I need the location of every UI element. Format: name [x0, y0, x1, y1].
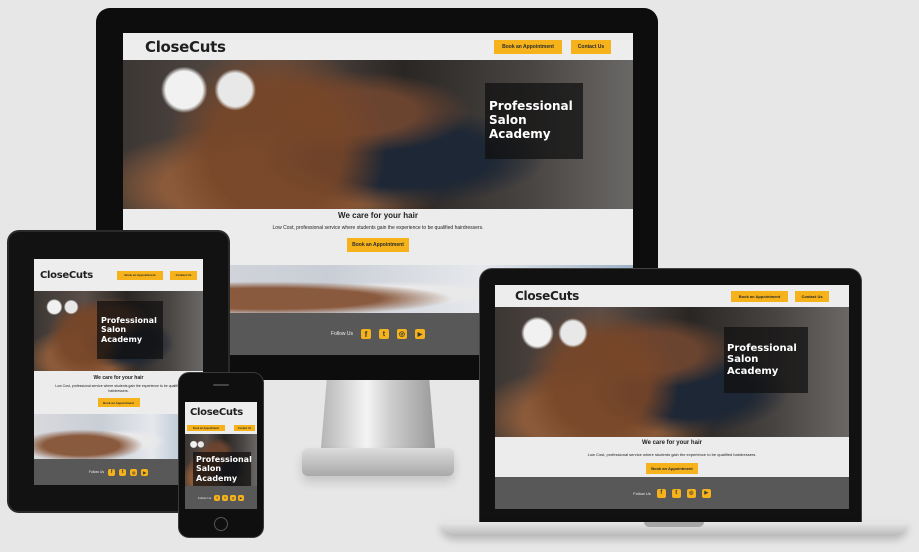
laptop-site-nav: Book an Appointment Contact Us: [731, 290, 829, 302]
laptop-cta-wrap: Book an Appointment: [495, 463, 849, 474]
tablet-tagline: We care for your hair: [93, 375, 144, 381]
tablet-intro-text: Low Cost, professional service where stu…: [55, 384, 182, 393]
laptop: CloseCuts Book an Appointment Contact Us…: [440, 269, 908, 544]
laptop-twitter-icon[interactable]: t: [671, 488, 681, 498]
hero-image: Professional Salon Academy: [123, 60, 633, 209]
laptop-screen: CloseCuts Book an Appointment Contact Us…: [495, 285, 849, 509]
tablet-site-header: CloseCuts Book an Appointment Contact Us: [34, 259, 203, 291]
laptop-site-logo[interactable]: CloseCuts: [515, 289, 579, 303]
laptop-notch: [644, 522, 704, 527]
phone-contact-us-button[interactable]: Contact Us: [234, 425, 255, 431]
phone-book-appointment-button[interactable]: Book an Appointment: [187, 425, 225, 431]
phone-site-header: CloseCuts: [185, 402, 257, 422]
tablet-site-logo[interactable]: CloseCuts: [40, 270, 93, 281]
hero-line-3: Academy: [489, 126, 551, 141]
laptop-site-footer: Follow Us f t ◎ ▶: [495, 477, 849, 509]
tablet-instagram-icon[interactable]: ◎: [130, 468, 138, 476]
intro-text: Low Cost, professional service where stu…: [272, 225, 484, 231]
tablet-hero-title-box: Professional Salon Academy: [97, 301, 163, 359]
tablet-hero-line-3: Academy: [101, 334, 143, 344]
phone-hero-line-3: Academy: [196, 473, 238, 483]
laptop-contact-us-button[interactable]: Contact Us: [795, 290, 829, 302]
laptop-hero-line-3: Academy: [727, 365, 779, 377]
laptop-instagram-icon[interactable]: ◎: [686, 488, 696, 498]
laptop-hero-line-1: Professional: [727, 342, 797, 354]
hero-title: Professional Salon Academy: [489, 99, 573, 141]
tablet-site-nav: Book an Appointment Contact Us: [117, 270, 197, 280]
laptop-hero-image: Professional Salon Academy: [495, 307, 849, 437]
phone-hero-image: Professional Salon Academy: [185, 434, 257, 486]
phone-site-logo[interactable]: CloseCuts: [190, 407, 243, 418]
tablet-hero-title: Professional Salon Academy: [101, 316, 157, 344]
book-appointment-button[interactable]: Book an Appointment: [494, 39, 562, 54]
tablet-image-strip: [34, 414, 203, 459]
phone-youtube-icon[interactable]: ▶: [238, 494, 245, 501]
phone-speaker: [213, 384, 229, 386]
phone-screen: CloseCuts Book an Appointment Contact Us…: [185, 402, 257, 509]
facebook-icon[interactable]: f: [360, 329, 371, 339]
tablet-site-footer: Follow Us f t ◎ ▶: [34, 459, 203, 485]
phone-hero-line-1: Professional: [196, 455, 252, 465]
twitter-icon[interactable]: t: [378, 329, 389, 339]
tablet-book-appointment-button[interactable]: Book an Appointment: [117, 270, 163, 280]
contact-us-button[interactable]: Contact Us: [571, 39, 611, 54]
phone-instagram-icon[interactable]: ◎: [230, 494, 237, 501]
laptop-site-header: CloseCuts Book an Appointment Contact Us: [495, 285, 849, 307]
tablet-twitter-icon[interactable]: t: [119, 468, 127, 476]
laptop-youtube-icon[interactable]: ▶: [701, 488, 711, 498]
laptop-tagline: We care for your hair: [642, 440, 702, 446]
tablet-cta-book-button[interactable]: Book an Appointment: [97, 398, 140, 407]
monitor-base: [302, 448, 454, 476]
laptop-hero-line-2: Salon: [727, 354, 759, 366]
phone-home-button[interactable]: [214, 517, 228, 531]
tablet-contact-us-button[interactable]: Contact Us: [170, 270, 197, 280]
laptop-facebook-icon[interactable]: f: [656, 488, 666, 498]
laptop-hero-title-box: Professional Salon Academy: [724, 327, 808, 393]
tagline: We care for your hair: [338, 211, 418, 220]
tablet-hero-image: Professional Salon Academy: [34, 291, 203, 371]
phone-twitter-icon[interactable]: t: [222, 494, 229, 501]
tablet-screen: CloseCuts Book an Appointment Contact Us…: [34, 259, 203, 485]
monitor-neck: [321, 380, 435, 448]
phone-facebook-icon[interactable]: f: [214, 494, 221, 501]
tablet-cta-wrap: Book an Appointment: [34, 398, 203, 407]
youtube-icon[interactable]: ▶: [414, 329, 425, 339]
site-logo[interactable]: CloseCuts: [145, 38, 226, 56]
cta-book-button[interactable]: Book an Appointment: [347, 238, 409, 252]
follow-us-label: Follow Us: [331, 331, 353, 337]
tablet-youtube-icon[interactable]: ▶: [141, 468, 149, 476]
site-nav: Book an Appointment Contact Us: [494, 39, 611, 54]
phone-hero-title-box: Professional Salon Academy: [193, 452, 252, 486]
laptop-intro-text: Low Cost, professional service where stu…: [587, 452, 757, 457]
tablet-hero-line-2: Salon: [101, 325, 127, 335]
hero-line-1: Professional: [489, 99, 573, 114]
tablet-hero-line-1: Professional: [101, 316, 157, 326]
phone-hero-title: Professional Salon Academy: [196, 455, 252, 483]
phone-nav: Book an Appointment Contact Us: [185, 422, 257, 434]
instagram-icon[interactable]: ◎: [396, 329, 407, 339]
laptop-hero-title: Professional Salon Academy: [727, 343, 797, 378]
phone: CloseCuts Book an Appointment Contact Us…: [179, 373, 263, 537]
phone-follow-us-label: Follow Us: [197, 495, 212, 500]
hero-line-2: Salon: [489, 113, 527, 128]
tablet-follow-us-label: Follow Us: [88, 470, 105, 474]
phone-site-footer: Follow Us f t ◎ ▶: [185, 486, 257, 509]
laptop-follow-us-label: Follow Us: [633, 490, 651, 496]
phone-hero-line-2: Salon: [196, 464, 222, 474]
hero-title-box: Professional Salon Academy: [485, 83, 583, 159]
laptop-book-appointment-button[interactable]: Book an Appointment: [731, 290, 788, 302]
site-header: CloseCuts Book an Appointment Contact Us: [123, 33, 633, 60]
laptop-cta-book-button[interactable]: Book an Appointment: [646, 463, 698, 474]
tablet-facebook-icon[interactable]: f: [108, 468, 116, 476]
